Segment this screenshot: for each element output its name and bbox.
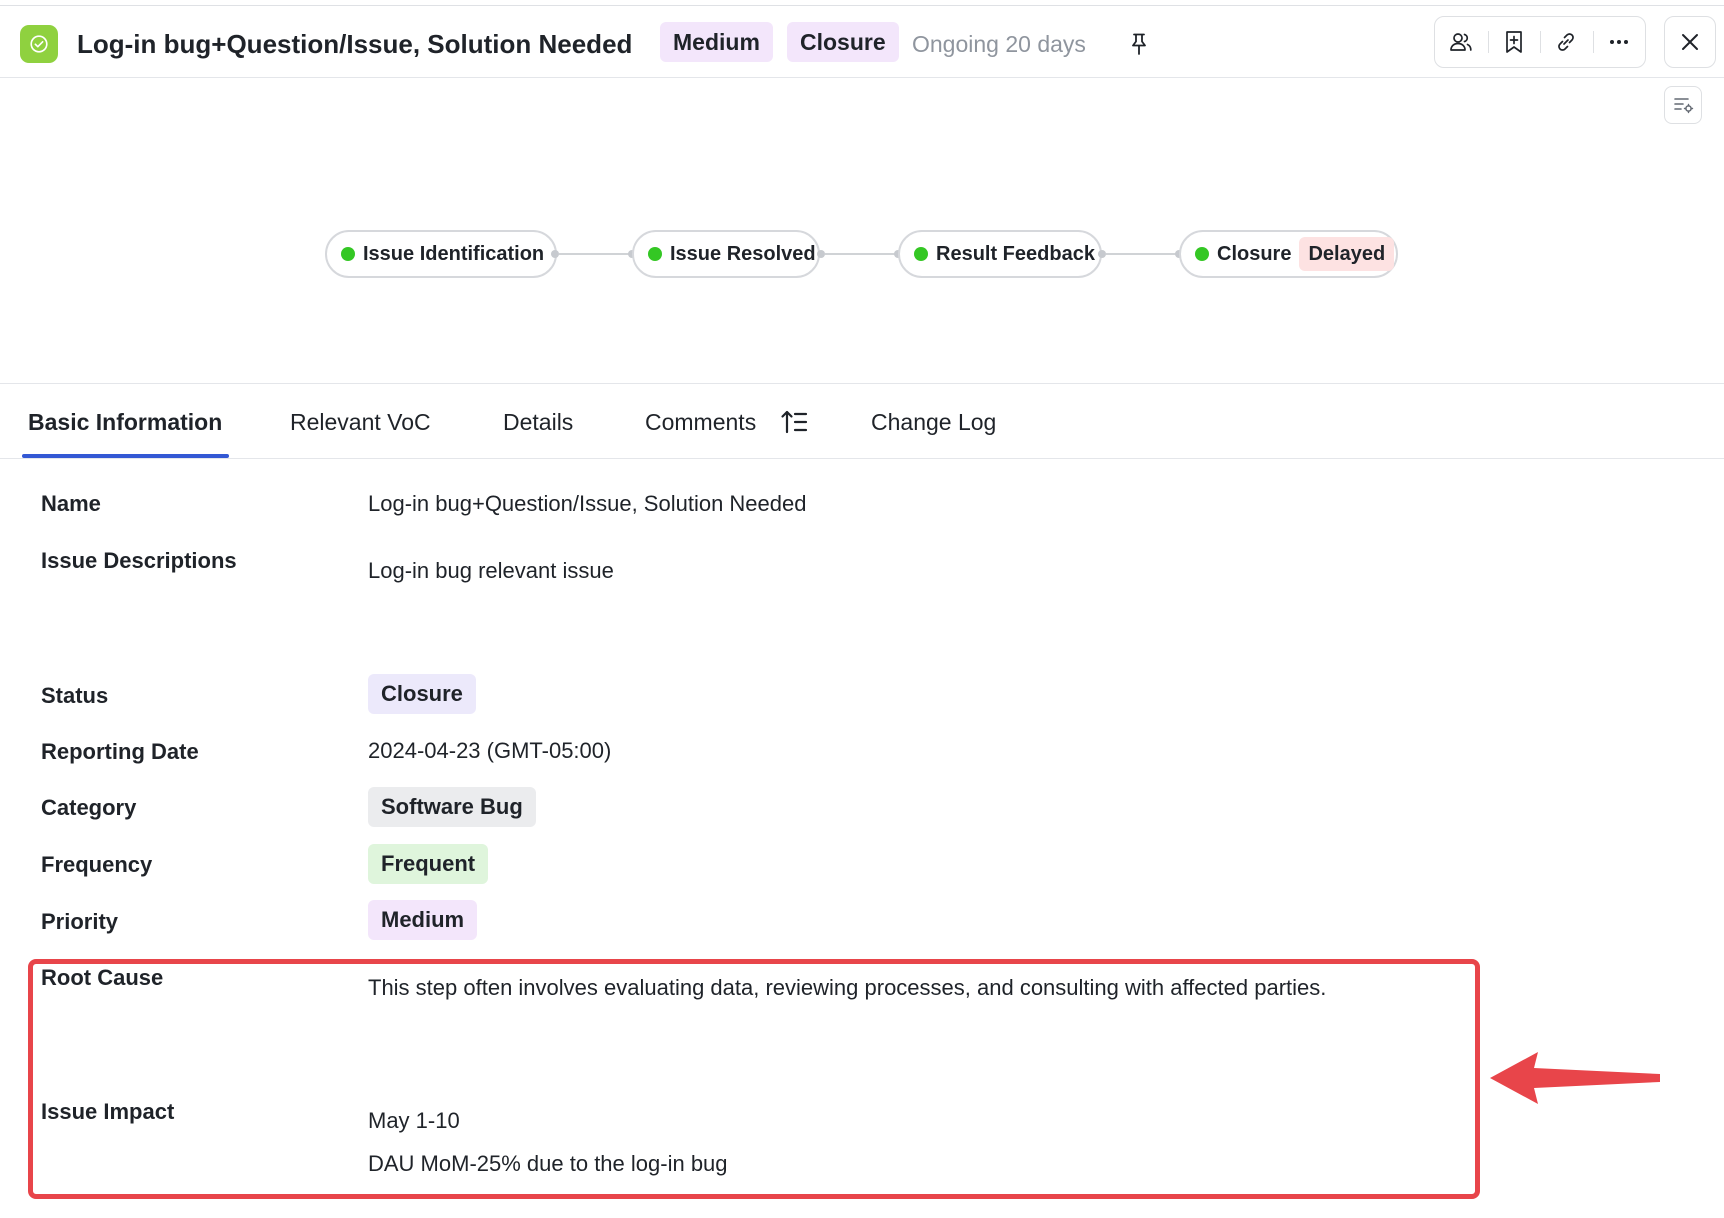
stage-status-dot xyxy=(914,247,928,261)
stage-connector xyxy=(825,253,895,255)
members-button[interactable] xyxy=(1435,17,1488,67)
tab-relevant-voc[interactable]: Relevant VoC xyxy=(290,385,431,459)
active-tab-indicator xyxy=(22,454,229,458)
stage-label: Issue Resolved xyxy=(670,242,816,265)
pin-icon[interactable] xyxy=(1128,32,1150,56)
stage-label: Closure xyxy=(1217,242,1292,265)
delayed-badge: Delayed xyxy=(1299,237,1395,271)
issue-title: Log-in bug+Question/Issue, Solution Need… xyxy=(77,29,633,59)
stage-issue-identification[interactable]: Issue Identification xyxy=(325,230,557,278)
priority-tag: Medium xyxy=(660,22,773,62)
tab-comments[interactable]: Comments xyxy=(645,385,756,459)
reporting-date-label: Reporting Date xyxy=(41,739,199,764)
stage-connector xyxy=(559,253,629,255)
more-button[interactable] xyxy=(1592,17,1646,67)
process-flow: Issue Identification Issue Resolved Resu… xyxy=(0,79,1724,384)
copy-link-button[interactable] xyxy=(1540,17,1593,67)
stage-result-feedback[interactable]: Result Feedback xyxy=(898,230,1102,278)
check-circle-icon xyxy=(20,25,58,63)
tab-bar: Basic Information Relevant VoC Details C… xyxy=(0,385,1724,459)
close-icon xyxy=(1682,34,1698,50)
status-tag: Closure xyxy=(787,22,899,62)
red-arrow-icon xyxy=(1490,1052,1660,1104)
connector-dot xyxy=(1098,250,1106,258)
link-icon xyxy=(1558,33,1575,51)
stage-label: Result Feedback xyxy=(936,242,1095,265)
tab-details[interactable]: Details xyxy=(503,385,573,459)
close-button[interactable] xyxy=(1664,16,1716,68)
name-value: Log-in bug+Question/Issue, Solution Need… xyxy=(368,491,807,516)
ongoing-duration: Ongoing 20 days xyxy=(912,31,1086,57)
reporting-date-value: 2024-04-23 (GMT-05:00) xyxy=(368,738,612,763)
frequency-label: Frequency xyxy=(41,852,153,877)
priority-label: Priority xyxy=(41,909,119,934)
bookmark-add-icon xyxy=(1505,31,1522,53)
header-bar: Log-in bug+Question/Issue, Solution Need… xyxy=(0,6,1724,78)
bookmark-add-button[interactable] xyxy=(1487,17,1541,67)
tab-basic-information[interactable]: Basic Information xyxy=(28,385,222,459)
frequency-chip: Frequent xyxy=(368,844,489,884)
connector-dot xyxy=(817,250,825,258)
status-chip: Closure xyxy=(368,674,476,714)
stage-label: Issue Identification xyxy=(363,242,545,265)
annotation-highlight-box xyxy=(28,959,1480,1199)
name-label: Name xyxy=(41,491,101,516)
category-label: Category xyxy=(41,795,137,820)
priority-chip: Medium xyxy=(368,900,478,940)
stage-issue-resolved[interactable]: Issue Resolved xyxy=(632,230,820,278)
stage-status-dot xyxy=(341,247,355,261)
connector-dot xyxy=(551,250,559,258)
category-chip: Software Bug xyxy=(368,787,536,827)
stage-connector xyxy=(1106,253,1176,255)
stage-status-dot xyxy=(1195,247,1209,261)
tab-change-log[interactable]: Change Log xyxy=(871,385,996,459)
status-label: Status xyxy=(41,683,109,708)
stage-status-dot xyxy=(648,247,662,261)
issue-descriptions-label: Issue Descriptions xyxy=(41,548,237,573)
members-icon xyxy=(1450,33,1472,51)
header-toolbar xyxy=(1434,16,1646,68)
sort-icon[interactable] xyxy=(780,409,808,435)
stage-closure[interactable]: Closure Delayed xyxy=(1179,230,1398,278)
issue-descriptions-value: Log-in bug relevant issue xyxy=(368,558,614,583)
more-icon xyxy=(1609,40,1628,44)
